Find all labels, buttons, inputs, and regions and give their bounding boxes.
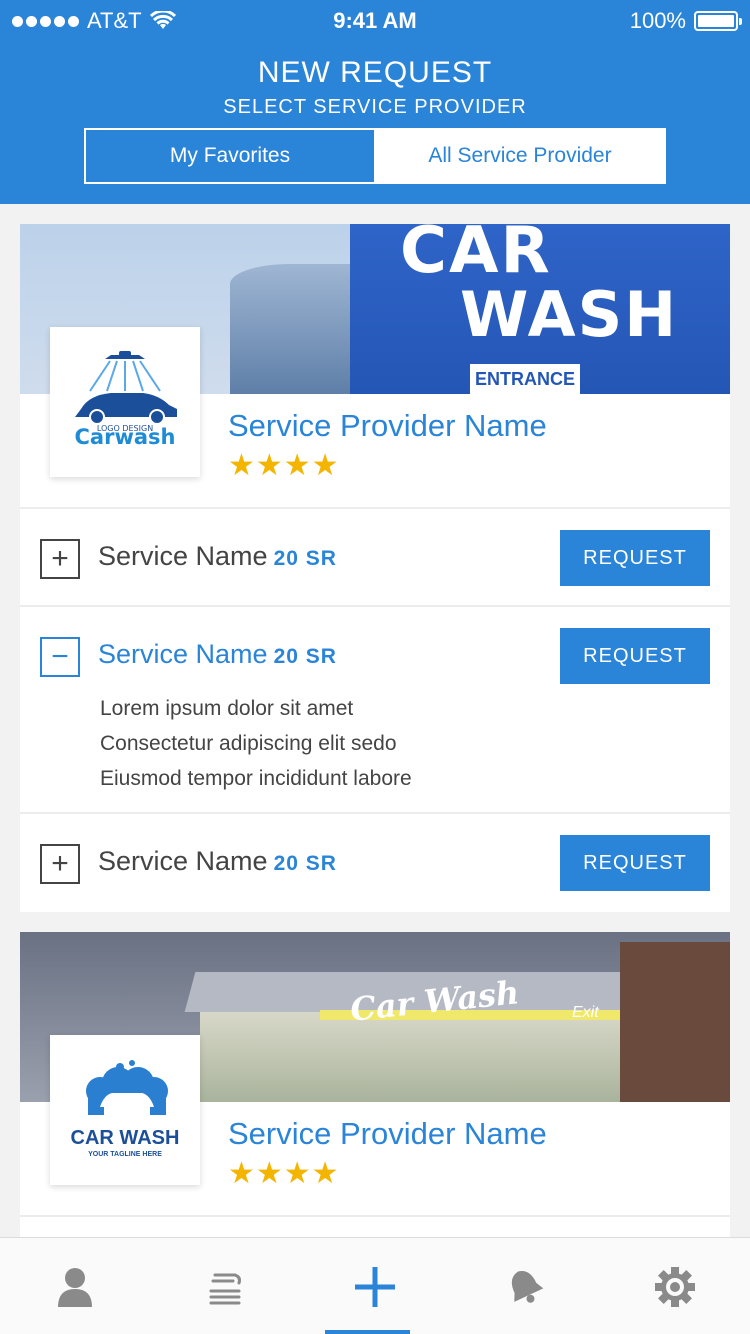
service-description: Lorem ipsum dolor sit amet Consectetur a…	[100, 691, 412, 796]
tab-notifications[interactable]	[450, 1238, 600, 1334]
logo-text: CAR WASH	[70, 1127, 180, 1149]
status-bar: AT&T 9:41 AM 100%	[0, 0, 750, 40]
service-row: + Service Name 20 SR REQUEST	[20, 507, 730, 605]
tab-car-wash[interactable]	[150, 1238, 300, 1334]
tab-new-request[interactable]	[300, 1238, 450, 1334]
profile-icon	[58, 1267, 92, 1307]
service-price: 20 SR	[273, 645, 337, 668]
collapse-icon[interactable]: −	[40, 637, 80, 677]
request-button[interactable]: REQUEST	[560, 628, 710, 684]
provider-logo: CAR WASH YOUR TAGLINE HERE	[50, 1035, 200, 1185]
banner-text: WASH	[460, 278, 679, 351]
request-button[interactable]: REQUEST	[560, 835, 710, 891]
service-name: Service Name 20 SR	[98, 639, 337, 669]
header: AT&T 9:41 AM 100% NEW REQUEST SELECT SER…	[0, 0, 750, 204]
plus-icon	[355, 1266, 395, 1307]
tab-all-service-provider[interactable]: All Service Provider	[376, 130, 664, 182]
bottom-tab-bar	[0, 1237, 750, 1334]
request-button[interactable]: REQUEST	[560, 530, 710, 586]
battery-percent: 100%	[629, 8, 686, 33]
tab-settings[interactable]	[600, 1238, 750, 1334]
description-line: Eiusmod tempor incididunt labore	[100, 767, 412, 790]
page-title: NEW REQUEST	[257, 56, 493, 89]
service-price: 20 SR	[273, 547, 337, 570]
logo-text: Carwash	[74, 425, 176, 449]
service-row: + Service Name 20 SR REQUEST	[20, 812, 730, 912]
service-row: − Service Name 20 SR REQUEST Lorem ipsum …	[20, 605, 730, 812]
gear-icon	[655, 1266, 695, 1307]
page-subtitle: SELECT SERVICE PROVIDER	[223, 96, 527, 118]
service-name: Service Name 20 SR	[98, 846, 337, 876]
battery-icon	[694, 11, 742, 31]
bell-icon	[511, 1270, 544, 1303]
rating-stars: ★★★★	[228, 449, 340, 482]
provider-filter-tabs: My Favorites All Service Provider	[84, 128, 666, 184]
banner-sign: ENTRANCE	[470, 364, 580, 394]
description-line: Consectetur adipiscing elit sedo	[100, 732, 397, 755]
expand-icon[interactable]: +	[40, 844, 80, 884]
tab-my-favorites[interactable]: My Favorites	[86, 130, 376, 182]
expand-icon[interactable]: +	[40, 539, 80, 579]
logo-tagline: YOUR TAGLINE HERE	[88, 1151, 162, 1158]
provider-card[interactable]: Car Wash Exit CAR WASH YOUR TAGLINE HERE…	[20, 932, 730, 1252]
service-name: Service Name 20 SR	[98, 541, 337, 571]
tab-profile[interactable]	[0, 1238, 150, 1334]
banner-sign: Exit	[572, 1004, 599, 1021]
provider-name[interactable]: Service Provider Name	[228, 408, 547, 444]
rating-stars: ★★★★	[228, 1157, 340, 1190]
provider-name[interactable]: Service Provider Name	[228, 1116, 547, 1152]
service-price: 20 SR	[273, 852, 337, 875]
provider-logo: LOGO DESIGN Carwash	[50, 327, 200, 477]
description-line: Lorem ipsum dolor sit amet	[100, 697, 354, 720]
provider-card[interactable]: CAR WASH ENTRANCE LOGO DESIGN Carwash Se…	[20, 224, 730, 912]
car-wash-icon	[209, 1273, 241, 1304]
